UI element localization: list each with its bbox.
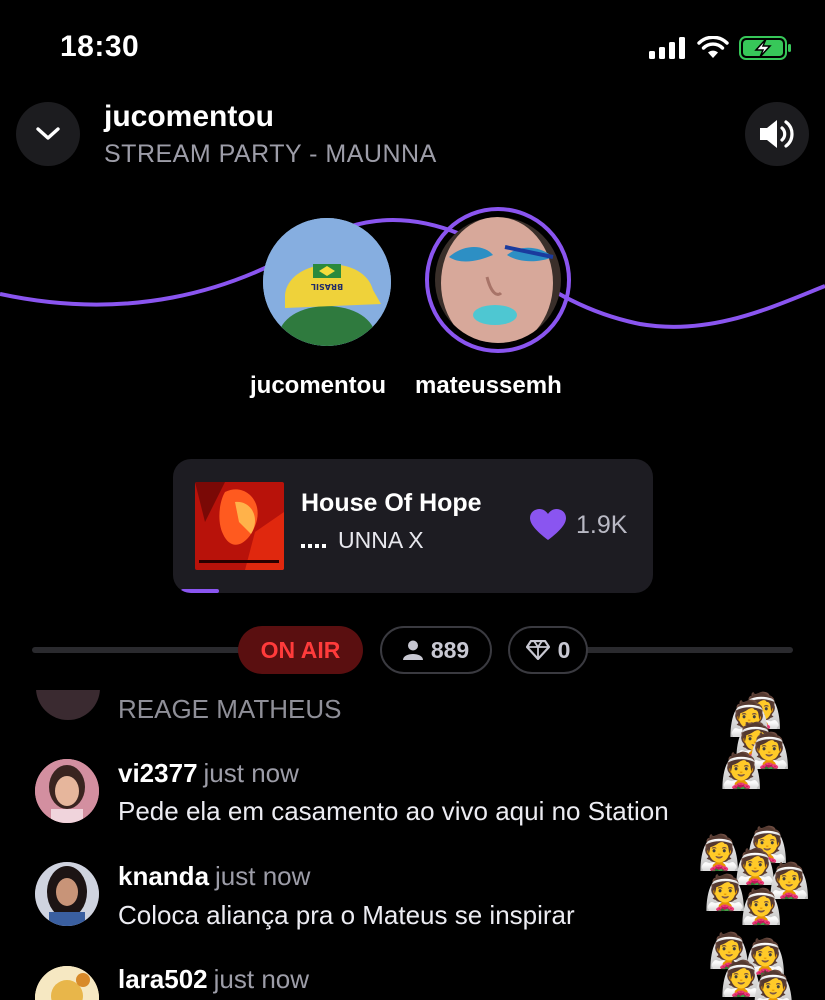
avatar-photo: BRASIL [263, 218, 391, 346]
chat-message-header: lara502 just now [118, 964, 309, 995]
party-subtitle: STREAM PARTY - MAUNNA [104, 140, 437, 168]
chat-username[interactable]: vi2377 [118, 758, 198, 788]
like-button[interactable]: 1.9K [530, 509, 627, 541]
speaker-icon [760, 120, 794, 148]
listeners-count: 889 [430, 636, 470, 663]
track-artist-row: UNNA X [301, 527, 424, 554]
chat-timestamp: just now [213, 964, 310, 994]
chevron-down-icon [36, 127, 60, 140]
participant-name: jucomentou [250, 372, 386, 399]
reaction-bride-emoji: 👰 [752, 970, 795, 1000]
reaction-bride-emoji: 👰 [740, 888, 783, 926]
chat-message-header: knanda just now [118, 861, 310, 892]
reaction-bride-emoji: 👰 [720, 752, 763, 790]
chat-message-text: REAGE MATHEUS [118, 694, 342, 724]
diamonds-badge[interactable]: 0 [508, 626, 588, 674]
chat-avatar[interactable] [35, 759, 99, 823]
avatar-photo [435, 217, 561, 343]
person-icon [402, 640, 423, 660]
wifi-icon [697, 36, 729, 58]
participant-name: mateussemh [415, 372, 562, 399]
chat-message-header: vi2377 just now [118, 758, 299, 789]
listeners-badge[interactable]: 889 [380, 626, 492, 674]
host-name: jucomentou [104, 100, 274, 133]
volume-button[interactable] [745, 102, 809, 166]
chat-message-text: Coloca aliança pra o Mateus se inspirar [118, 900, 575, 930]
svg-text:BRASIL: BRASIL [311, 282, 343, 291]
chat-avatar[interactable] [35, 966, 99, 1000]
album-cover [195, 482, 284, 570]
floating-reactions: 👰 👰 👰 👰 👰 👰 👰 👰 👰 👰 👰 👰 👰 👰 👰 [690, 690, 825, 1000]
diamonds-count: 0 [557, 636, 571, 663]
battery-charging-icon [739, 36, 791, 60]
playing-indicator-icon [301, 534, 326, 548]
status-time: 18:30 [60, 30, 140, 63]
party-wave-line [0, 218, 825, 329]
chat-message-text: Pede ela em casamento ao vivo aqui no St… [118, 796, 669, 826]
track-artist: UNNA X [338, 527, 424, 553]
participant-avatar-active[interactable] [425, 207, 571, 353]
track-title: House Of Hope [301, 489, 482, 517]
track-progress-bar [173, 589, 653, 593]
chat-timestamp: just now [203, 758, 299, 788]
signal-icon [649, 37, 685, 59]
chat-username[interactable]: lara502 [118, 964, 208, 994]
chat-avatar[interactable] [35, 862, 99, 926]
diamond-icon [525, 640, 550, 660]
heart-icon [530, 509, 566, 540]
divider-right [585, 647, 793, 653]
chat-avatar[interactable] [36, 690, 100, 720]
like-count: 1.9K [576, 510, 628, 539]
chat-username[interactable]: knanda [118, 861, 209, 891]
collapse-button[interactable] [16, 102, 80, 166]
participant-avatar[interactable]: BRASIL [263, 218, 391, 346]
on-air-badge: ON AIR [238, 626, 363, 674]
status-icons [649, 35, 793, 61]
divider-left [32, 647, 242, 653]
now-playing-card[interactable]: House Of Hope UNNA X 1.9K [173, 459, 653, 593]
track-progress-fill [181, 589, 220, 593]
chat-timestamp: just now [215, 861, 311, 891]
